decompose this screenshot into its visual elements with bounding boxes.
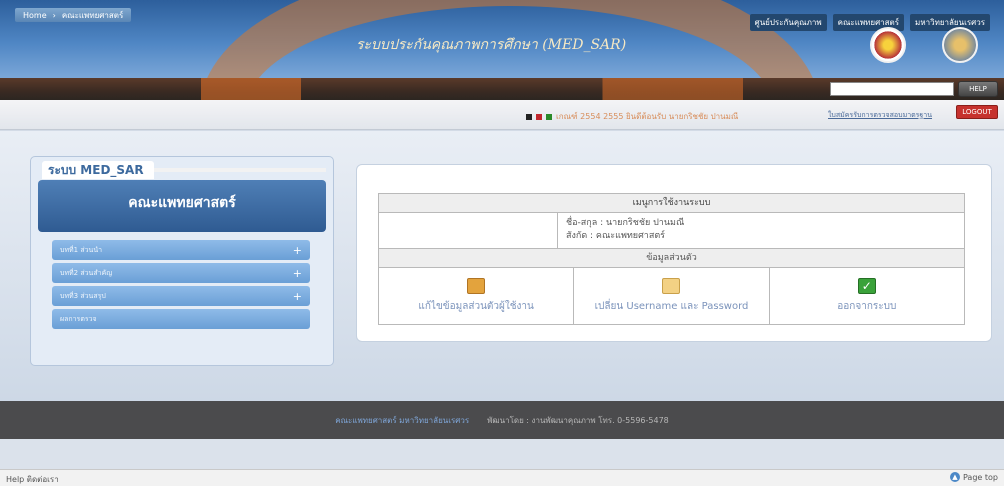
user-name: ชื่อ-สกุล : นายกริชชัย ปานมณี (566, 218, 685, 228)
logout-label: ออกจากระบบ (837, 301, 897, 312)
site-footer: คณะแพทยศาสตร์ มหาวิทยาลัยนเรศวร พัฒนาโดย… (0, 401, 1004, 439)
edit-profile-link[interactable]: แก้ไขข้อมูลส่วนตัวผู้ใช้งาน (379, 268, 575, 324)
change-password-label: เปลี่ยน Username และ Password (594, 301, 749, 312)
check-icon: ✓ (857, 278, 876, 294)
criteria-link[interactable]: ใบสมัครรับการตรวจสอบมาตรฐาน (828, 110, 932, 121)
user-info-row: ชื่อ-สกุล : นายกริชชัย ปานมณี สังกัด : ค… (379, 213, 964, 249)
sidebar-item-results[interactable]: ผลการตรวจ (52, 309, 310, 329)
page-top-link[interactable]: ▲ Page top (949, 472, 998, 482)
university-seal-icon (942, 27, 978, 63)
breadcrumb-separator-icon: › (52, 10, 56, 20)
logout-link[interactable]: ✓ ออกจากระบบ (770, 268, 964, 324)
site-title: ระบบประกันคุณภาพการศึกษา (MED_SAR) (356, 37, 627, 53)
sidebar-item-chapter1[interactable]: บทที่1 ส่วนนำ + (52, 240, 310, 260)
user-menu-table: เมนูการใช้งานระบบ ชื่อ-สกุล : นายกริชชัย… (378, 193, 965, 325)
footer-developer: พัฒนาโดย : งานพัฒนาคุณภาพ โทร. 0-5596-54… (487, 415, 669, 425)
faculty-title: คณะแพทยศาสตร์ (128, 195, 236, 211)
user-org: สังกัด : คณะแพทยศาสตร์ (566, 231, 666, 241)
panel-subheading: ข้อมูลส่วนตัว (379, 249, 964, 268)
welcome-text: เกณฑ์ 2554 2555 ยินดีต้อนรับ นายกริชชัย … (556, 112, 739, 121)
expand-plus-icon[interactable]: + (293, 290, 302, 303)
sidebar-item-chapter2[interactable]: บทที่2 ส่วนสำคัญ + (52, 263, 310, 283)
mail-icon (662, 278, 681, 294)
expand-plus-icon[interactable]: + (293, 244, 302, 257)
help-button[interactable]: HELP (958, 81, 998, 97)
logout-button[interactable]: LOGOUT (956, 105, 998, 119)
breadcrumb: Home › คณะแพทยศาสตร์ (15, 8, 132, 22)
page-top-label: Page top (962, 472, 998, 482)
status-bar: Help ติดต่อเรา ▲ Page top (0, 469, 1004, 486)
sidebar-item-label: บทที่3 ส่วนสรุป (60, 291, 106, 300)
sidebar-menu: บทที่1 ส่วนนำ + บทที่2 ส่วนสำคัญ + บทที่… (52, 240, 310, 332)
footer-spacer (0, 439, 1004, 469)
help-search-input[interactable] (830, 82, 954, 96)
site-header: ระบบประกันคุณภาพการศึกษา (MED_SAR) ศูนย์… (0, 0, 1004, 78)
status-square-icon (526, 113, 532, 120)
sidebar-item-chapter3[interactable]: บทที่3 ส่วนสรุป + (52, 286, 310, 306)
user-edit-icon (467, 278, 486, 294)
expand-plus-icon[interactable]: + (293, 267, 302, 280)
sidebar-item-label: บทที่2 ส่วนสำคัญ (60, 268, 113, 277)
breadcrumb-home[interactable]: Home (23, 11, 47, 20)
help-contact-link[interactable]: Help ติดต่อเรา (6, 473, 59, 486)
system-tab-bar (154, 168, 326, 172)
status-square-icon (546, 113, 552, 120)
breadcrumb-current: คณะแพทยศาสตร์ (61, 10, 124, 20)
user-actions: แก้ไขข้อมูลส่วนตัวผู้ใช้งาน เปลี่ยน User… (379, 268, 964, 324)
arrow-up-icon: ▲ (949, 472, 960, 482)
footer-faculty-link[interactable]: คณะแพทยศาสตร์ มหาวิทยาลัยนเรศวร (335, 414, 469, 427)
status-square-icon (536, 113, 542, 120)
criteria-info: เกณฑ์ 2554 2555 ยินดีต้อนรับ นายกริชชัย … (526, 110, 738, 123)
faculty-seal-icon (870, 27, 906, 63)
change-password-link[interactable]: เปลี่ยน Username และ Password (574, 268, 770, 324)
top-link-qa-center[interactable]: ศูนย์ประกันคุณภาพ (749, 14, 827, 31)
sidebar-item-label: ผลการตรวจ (60, 314, 97, 323)
system-tab: ระบบ MED_SAR (42, 161, 154, 179)
edit-profile-label: แก้ไขข้อมูลส่วนตัวผู้ใช้งาน (418, 301, 534, 312)
panel-heading: เมนูการใช้งานระบบ (379, 194, 964, 213)
sidebar-item-label: บทที่1 ส่วนนำ (60, 245, 103, 254)
